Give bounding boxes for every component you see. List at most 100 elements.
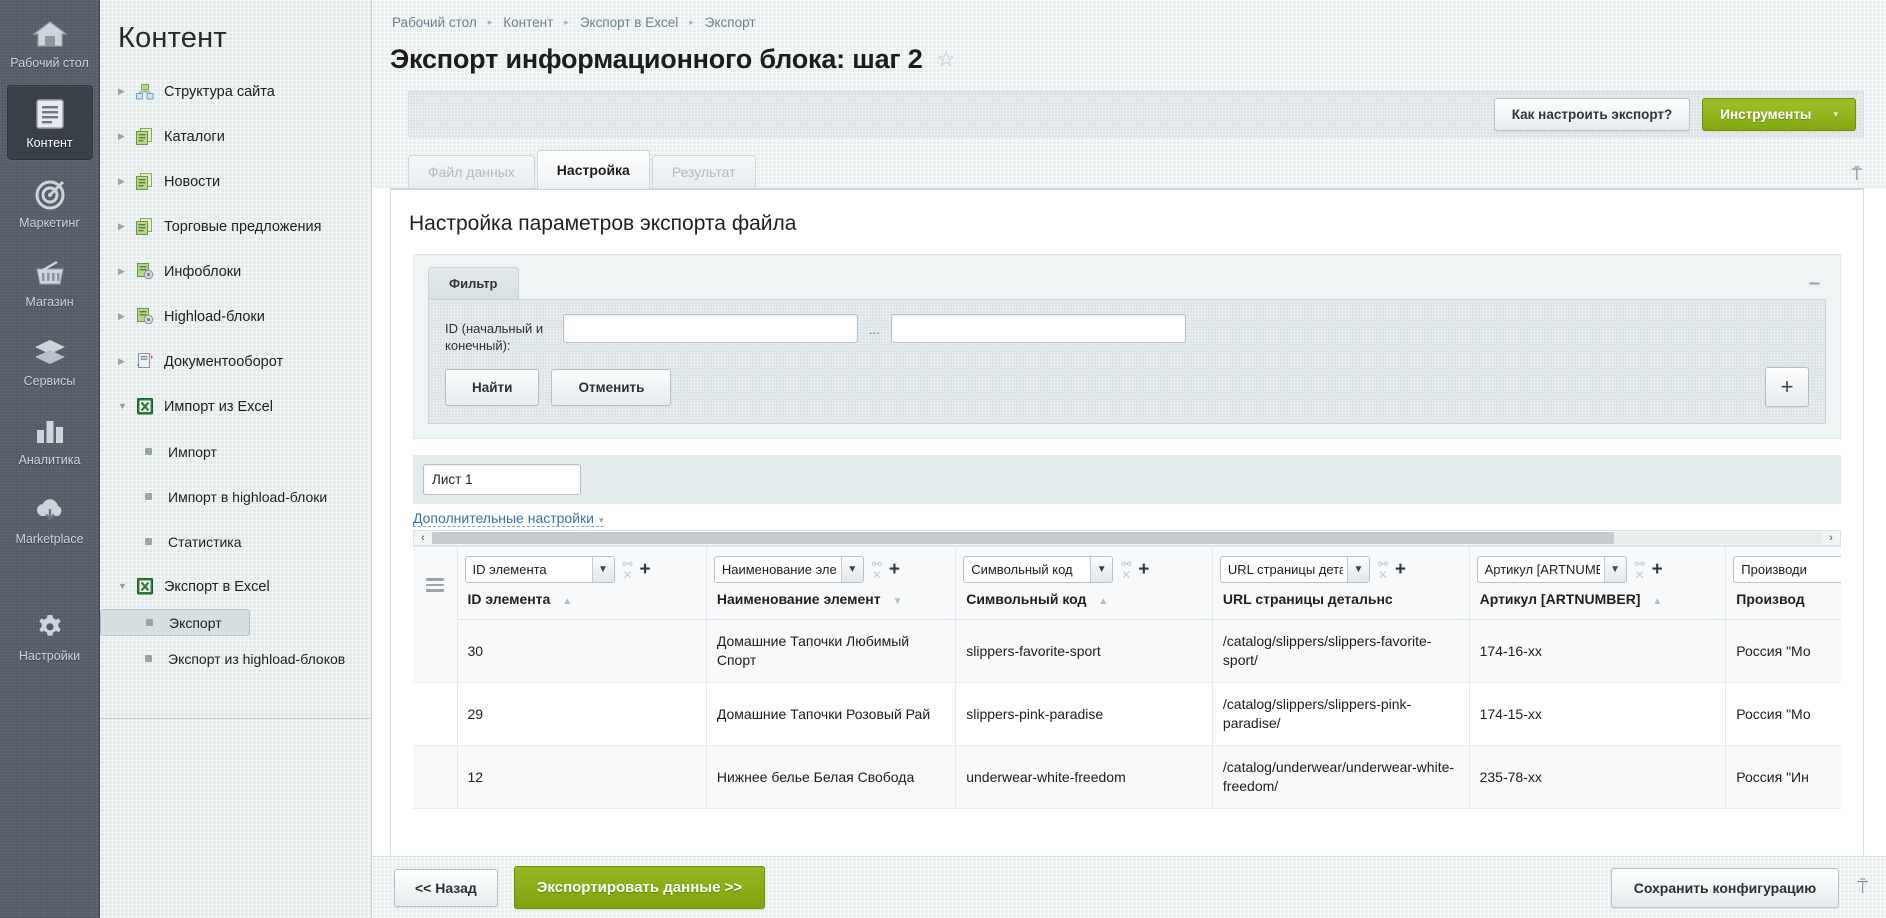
row-handle-cell[interactable]: [413, 683, 457, 746]
grid-menu-cell[interactable]: [413, 547, 457, 620]
sort-desc-icon[interactable]: ▼: [893, 596, 903, 607]
tree-item-statistics[interactable]: Статистика: [100, 519, 371, 564]
pin-icon[interactable]: ⍑: [1852, 165, 1862, 185]
row-handle-cell[interactable]: [413, 746, 457, 809]
grid-header-cell-manufacturer[interactable]: Производ: [1726, 589, 1841, 620]
column-settings-clear-icon[interactable]: ⚯ ✕: [621, 559, 635, 581]
tree-item-workflow[interactable]: ▶ Документооборот: [100, 339, 371, 384]
clear-icon[interactable]: ✕: [621, 570, 635, 581]
how-to-configure-export-button[interactable]: Как настроить экспорт?: [1494, 98, 1691, 131]
rail-item-analytics[interactable]: Аналитика: [7, 403, 93, 476]
sort-asc-icon[interactable]: ▲: [562, 596, 572, 607]
menu-icon[interactable]: [426, 578, 444, 592]
tree-item-highload-blocks[interactable]: ▶ Highload-блоки: [100, 294, 371, 339]
tab-data-file[interactable]: Файл данных: [408, 155, 535, 189]
scroll-right-icon[interactable]: ›: [1822, 532, 1840, 544]
chevron-right-icon[interactable]: ▶: [118, 357, 136, 366]
tree-item-news[interactable]: ▶ Новости: [100, 159, 371, 204]
clear-icon[interactable]: ✕: [1119, 570, 1133, 581]
table-row[interactable]: 12 Нижнее белье Белая Свобода underwear-…: [413, 746, 1841, 809]
column-select-5[interactable]: Артикул [ARTNUMBE ▼: [1477, 556, 1627, 583]
breadcrumb-item-content[interactable]: Контент: [503, 15, 553, 30]
tree-item-import-excel[interactable]: ▼ Импорт из Excel: [100, 384, 371, 429]
grid-horizontal-scrollbar[interactable]: ‹ ›: [413, 530, 1841, 546]
column-settings-clear-icon[interactable]: ⚯ ✕: [1119, 559, 1133, 581]
grid-header-cell-name[interactable]: Наименование элемент ▼: [706, 589, 955, 620]
column-select-4[interactable]: URL страницы детал ▼: [1220, 556, 1370, 583]
pin-icon[interactable]: ⍑: [1857, 877, 1868, 898]
add-column-icon[interactable]: +: [1138, 561, 1149, 579]
tree-item-import-highload[interactable]: Импорт в highload-блоки: [100, 474, 371, 519]
scroll-track[interactable]: [432, 532, 1822, 544]
chevron-right-icon[interactable]: ▶: [118, 222, 136, 231]
chevron-down-icon[interactable]: ▼: [592, 557, 614, 582]
chevron-right-icon[interactable]: ▶: [118, 312, 136, 321]
filter-id-from-input[interactable]: [563, 314, 858, 343]
rail-item-services[interactable]: Сервисы: [7, 324, 93, 397]
clear-icon[interactable]: ✕: [870, 570, 884, 581]
chevron-right-icon[interactable]: ▶: [118, 87, 136, 96]
rail-item-settings[interactable]: Настройки: [7, 599, 93, 672]
additional-settings-link[interactable]: Дополнительные настройки▾: [413, 510, 604, 527]
chevron-right-icon[interactable]: ▶: [118, 177, 136, 186]
column-select-2[interactable]: Наименование элем ▼: [714, 556, 864, 583]
breadcrumb-item-export-excel[interactable]: Экспорт в Excel: [580, 15, 678, 30]
clear-icon[interactable]: ✕: [1633, 570, 1647, 581]
tree-item-trade-offers[interactable]: ▶ Торговые предложения: [100, 204, 371, 249]
rail-item-shop[interactable]: Магазин: [7, 245, 93, 318]
scroll-left-icon[interactable]: ‹: [414, 532, 432, 544]
chevron-down-icon[interactable]: ▼: [1604, 557, 1626, 582]
tree-item-export-highload[interactable]: Экспорт из highload-блоков: [100, 636, 371, 681]
tree-item-infoblocks[interactable]: ▶ Инфоблоки: [100, 249, 371, 294]
minimize-icon[interactable]: –: [1809, 273, 1826, 293]
rail-item-desktop[interactable]: Рабочий стол: [7, 6, 93, 79]
tree-item-export[interactable]: Экспорт: [100, 609, 250, 636]
tree-item-export-excel[interactable]: ▼ Экспорт в Excel: [100, 564, 371, 609]
tree-item-site-structure[interactable]: ▶ Структура сайта: [100, 69, 371, 114]
add-column-icon[interactable]: +: [889, 561, 900, 579]
sort-asc-icon[interactable]: ▲: [1098, 596, 1108, 607]
column-settings-clear-icon[interactable]: ⚯ ✕: [1633, 559, 1647, 581]
grid-header-cell-artnumber[interactable]: Артикул [ARTNUMBER] ▲: [1469, 589, 1726, 620]
row-handle-cell[interactable]: [413, 620, 457, 683]
add-column-icon[interactable]: +: [1652, 561, 1663, 579]
table-row[interactable]: 29 Домашние Тапочки Розовый Рай slippers…: [413, 683, 1841, 746]
favorite-star-icon[interactable]: ☆: [937, 49, 956, 70]
rail-item-marketing[interactable]: Маркетинг: [7, 166, 93, 239]
find-button[interactable]: Найти: [445, 369, 539, 406]
cancel-filter-button[interactable]: Отменить: [551, 369, 671, 406]
rail-item-marketplace[interactable]: Marketplace: [7, 482, 93, 555]
filter-tab[interactable]: Фильтр: [428, 267, 519, 299]
column-settings-clear-icon[interactable]: ⚯ ✕: [1376, 559, 1390, 581]
grid-header-cell-code[interactable]: Символьный код ▲: [956, 589, 1213, 620]
back-button[interactable]: << Назад: [394, 869, 498, 907]
column-select-3[interactable]: Символьный код ▼: [963, 556, 1113, 583]
chevron-right-icon[interactable]: ▶: [118, 132, 136, 141]
save-configuration-button[interactable]: Сохранить конфигурацию: [1611, 868, 1839, 908]
clear-icon[interactable]: ✕: [1376, 570, 1390, 581]
tree-item-catalogs[interactable]: ▶ Каталоги: [100, 114, 371, 159]
sort-asc-icon[interactable]: ▲: [1652, 596, 1662, 607]
grid-header-cell-id[interactable]: ID элемента ▲: [457, 589, 706, 620]
chevron-down-icon[interactable]: ▼: [118, 402, 136, 411]
sheet-name-input[interactable]: [423, 464, 581, 495]
column-settings-clear-icon[interactable]: ⚯ ✕: [870, 559, 884, 581]
add-filter-field-button[interactable]: +: [1765, 367, 1809, 407]
add-column-icon[interactable]: +: [1395, 561, 1406, 579]
rail-item-content[interactable]: Контент: [7, 85, 93, 160]
export-data-button[interactable]: Экспортировать данные >>: [514, 866, 765, 909]
chevron-down-icon[interactable]: ▼: [1347, 557, 1369, 582]
table-row[interactable]: 30 Домашние Тапочки Любимый Спорт slippe…: [413, 620, 1841, 683]
tree-item-import[interactable]: Импорт: [100, 429, 371, 474]
grid-header-cell-url[interactable]: URL страницы детальнс: [1212, 589, 1469, 620]
tools-button[interactable]: Инструменты ▾: [1702, 98, 1856, 131]
tab-result[interactable]: Результат: [652, 155, 756, 189]
chevron-down-icon[interactable]: ▼: [1090, 557, 1112, 582]
tab-settings[interactable]: Настройка: [537, 150, 650, 189]
breadcrumb-item-export[interactable]: Экспорт: [705, 15, 756, 30]
chevron-down-icon[interactable]: ▼: [841, 557, 863, 582]
chevron-down-icon[interactable]: ▼: [118, 582, 136, 591]
breadcrumb-item-desktop[interactable]: Рабочий стол: [392, 15, 477, 30]
scroll-thumb[interactable]: [432, 532, 1614, 544]
column-select-6[interactable]: Производи ▼: [1733, 556, 1841, 583]
